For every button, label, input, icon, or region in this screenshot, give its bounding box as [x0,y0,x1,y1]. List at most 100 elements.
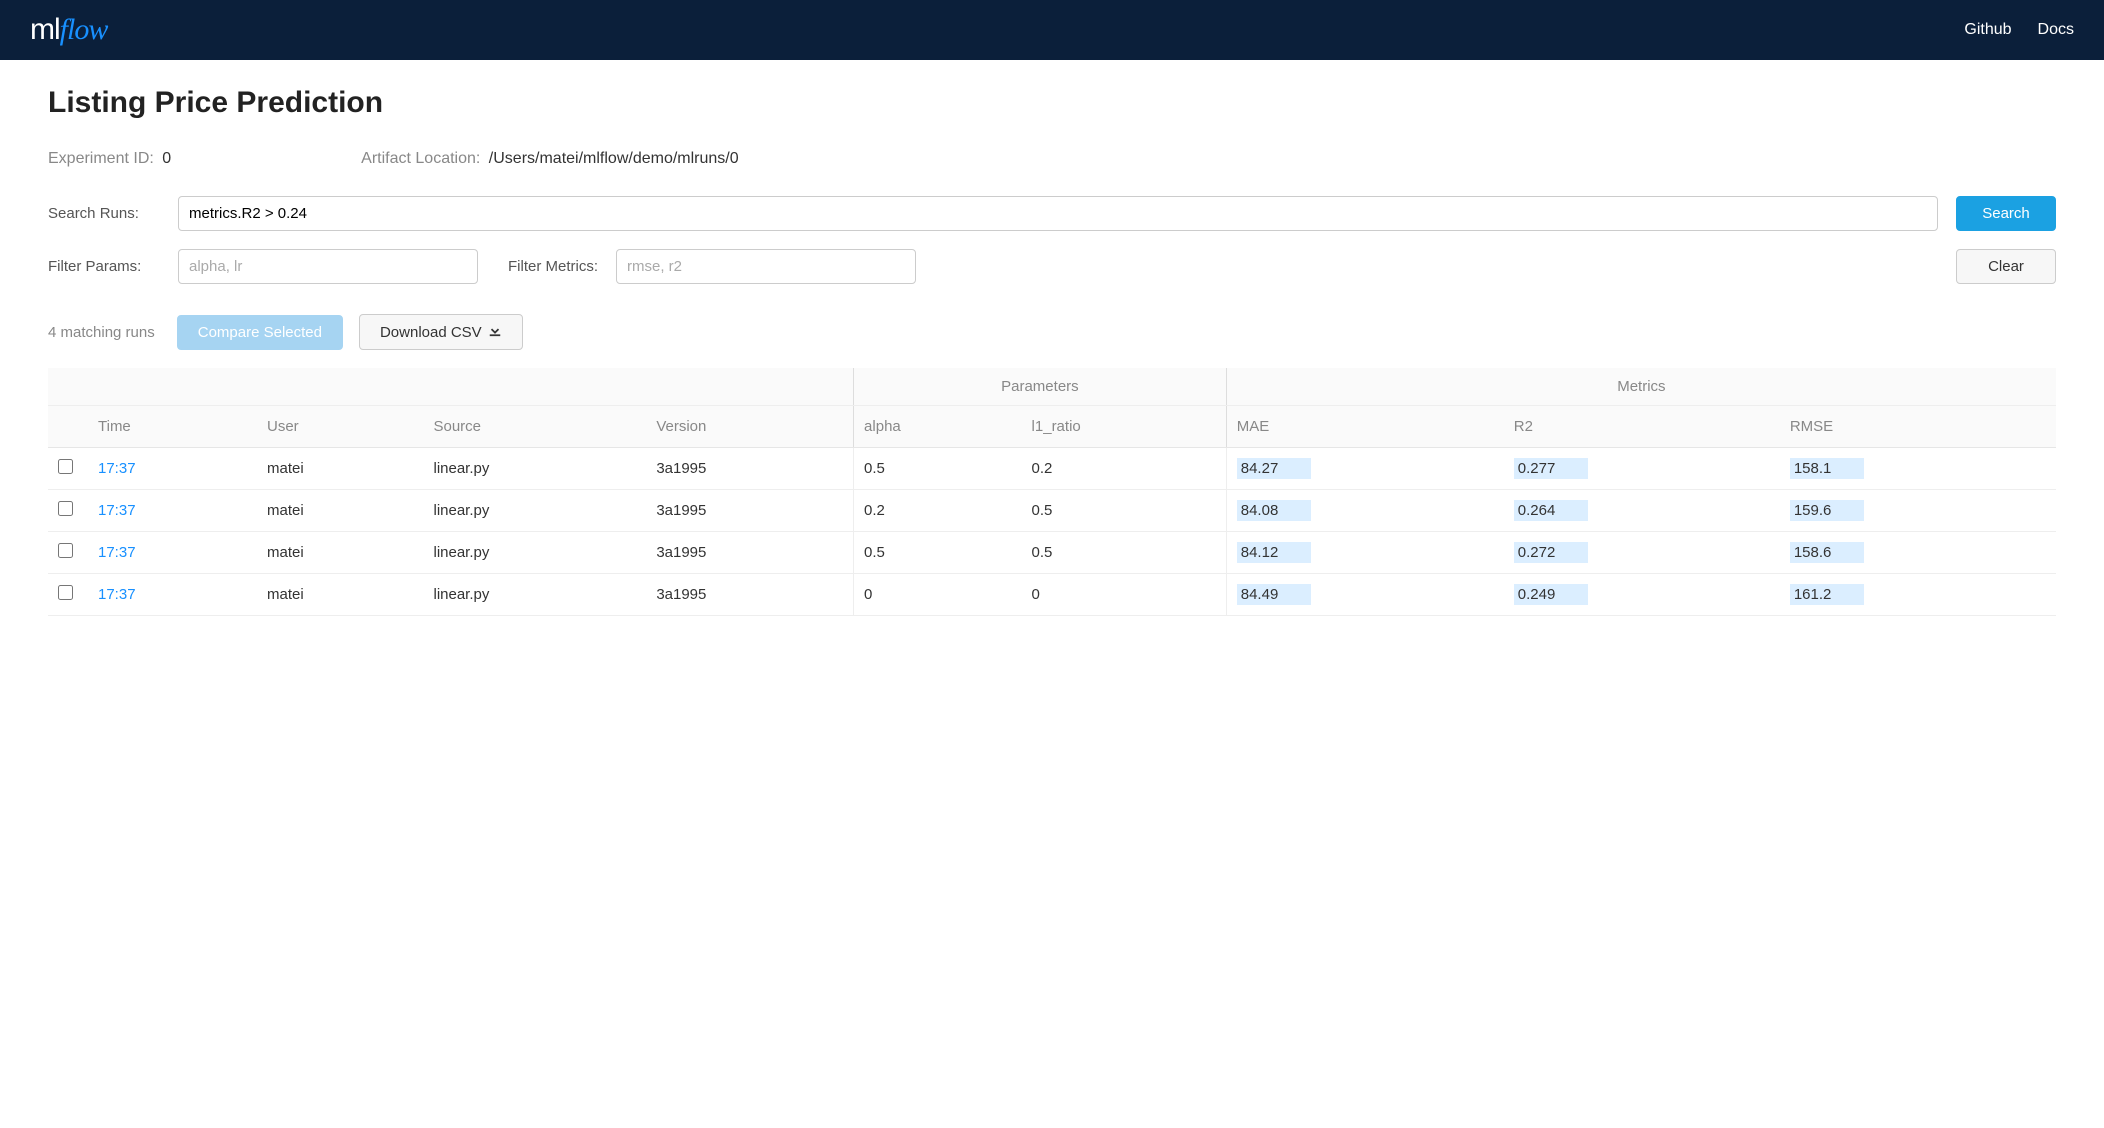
col-alpha[interactable]: alpha [854,406,1022,448]
experiment-meta: Experiment ID: 0 Artifact Location: /Use… [48,150,2056,168]
search-row: Search Runs: Search [48,196,2056,231]
col-time[interactable]: Time [88,406,257,448]
compare-selected-button[interactable]: Compare Selected [177,315,343,350]
metric-value: 84.08 [1237,500,1311,521]
row-checkbox-cell [48,574,88,616]
download-icon [488,323,502,341]
row-checkbox[interactable] [58,459,73,474]
metric-value: 84.12 [1237,542,1311,563]
time-link[interactable]: 17:37 [98,460,136,477]
metric-value: 161.2 [1790,584,1864,605]
runs-table: Parameters Metrics Time User Source Vers… [48,368,2056,616]
col-l1-ratio[interactable]: l1_ratio [1022,406,1227,448]
experiment-id: Experiment ID: 0 [48,150,171,168]
col-user[interactable]: User [257,406,423,448]
metric-value: 0.277 [1514,458,1588,479]
cell-source: linear.py [423,532,646,574]
nav-link-github[interactable]: Github [1964,21,2011,39]
mlflow-logo: mlflow [30,13,107,47]
cell-mae: 84.27 [1226,448,1504,490]
download-csv-button[interactable]: Download CSV [359,314,523,350]
experiment-id-label: Experiment ID: [48,150,154,167]
page-title: Listing Price Prediction [48,86,2056,120]
cell-l1-ratio: 0.5 [1022,532,1227,574]
artifact-location: Artifact Location: /Users/matei/mlflow/d… [361,150,738,168]
artifact-location-label: Artifact Location: [361,150,480,167]
metric-value: 84.49 [1237,584,1311,605]
cell-version: 3a1995 [646,448,853,490]
col-version[interactable]: Version [646,406,853,448]
cell-r2: 0.272 [1504,532,1780,574]
filter-metrics-input[interactable] [616,249,916,284]
search-input[interactable] [178,196,1938,231]
time-link[interactable]: 17:37 [98,586,136,603]
cell-version: 3a1995 [646,490,853,532]
row-checkbox-cell [48,448,88,490]
col-source[interactable]: Source [423,406,646,448]
cell-alpha: 0.5 [854,532,1022,574]
cell-r2: 0.249 [1504,574,1780,616]
row-checkbox[interactable] [58,543,73,558]
action-bar: 4 matching runs Compare Selected Downloa… [48,314,2056,350]
search-label: Search Runs: [48,205,160,222]
download-csv-label: Download CSV [380,324,482,341]
row-checkbox-cell [48,532,88,574]
metric-value: 84.27 [1237,458,1311,479]
cell-time: 17:37 [88,448,257,490]
table-row: 17:37 mateilinear.py3a19950.20.5 84.08 0.26… [48,490,2056,532]
metric-value: 0.272 [1514,542,1588,563]
time-link[interactable]: 17:37 [98,502,136,519]
row-checkbox[interactable] [58,585,73,600]
search-button[interactable]: Search [1956,196,2056,231]
cell-time: 17:37 [88,532,257,574]
col-rmse[interactable]: RMSE [1780,406,2056,448]
col-group-metrics: Metrics [1226,368,2056,406]
metric-value: 158.1 [1790,458,1864,479]
cell-time: 17:37 [88,490,257,532]
cell-l1-ratio: 0.5 [1022,490,1227,532]
cell-user: matei [257,532,423,574]
metric-value: 0.264 [1514,500,1588,521]
cell-l1-ratio: 0 [1022,574,1227,616]
cell-user: matei [257,490,423,532]
cell-source: linear.py [423,490,646,532]
matching-runs-count: 4 matching runs [48,324,155,341]
logo-text-ml: ml [30,13,60,47]
clear-button[interactable]: Clear [1956,249,2056,284]
cell-r2: 0.277 [1504,448,1780,490]
col-r2[interactable]: R2 [1504,406,1780,448]
col-mae[interactable]: MAE [1226,406,1504,448]
filter-params-input[interactable] [178,249,478,284]
table-row: 17:37mateilinear.py3a19950084.490.249161… [48,574,2056,616]
cell-rmse: 159.6 [1780,490,2056,532]
filter-params-label: Filter Params: [48,258,160,275]
nav-link-docs[interactable]: Docs [2038,21,2074,39]
cell-alpha: 0 [854,574,1022,616]
cell-mae: 84.08 [1226,490,1504,532]
cell-rmse: 158.6 [1780,532,2056,574]
metric-value: 0.249 [1514,584,1588,605]
cell-version: 3a1995 [646,532,853,574]
top-navbar: mlflow Github Docs [0,0,2104,60]
cell-alpha: 0.2 [854,490,1022,532]
cell-user: matei [257,574,423,616]
nav-links: Github Docs [1964,21,2074,39]
row-checkbox-cell [48,490,88,532]
col-group-parameters: Parameters [854,368,1227,406]
cell-rmse: 161.2 [1780,574,2056,616]
cell-source: linear.py [423,448,646,490]
metric-value: 158.6 [1790,542,1864,563]
cell-mae: 84.12 [1226,532,1504,574]
main-container: Listing Price Prediction Experiment ID: … [0,60,2104,636]
cell-source: linear.py [423,574,646,616]
experiment-id-value: 0 [162,150,171,167]
logo-text-flow: flow [60,13,108,47]
row-checkbox[interactable] [58,501,73,516]
cell-r2: 0.264 [1504,490,1780,532]
cell-version: 3a1995 [646,574,853,616]
col-checkbox [48,406,88,448]
table-row: 17:37mateilinear.py3a19950.50.584.120.27… [48,532,2056,574]
time-link[interactable]: 17:37 [98,544,136,561]
cell-rmse: 158.1 [1780,448,2056,490]
metric-value: 159.6 [1790,500,1864,521]
